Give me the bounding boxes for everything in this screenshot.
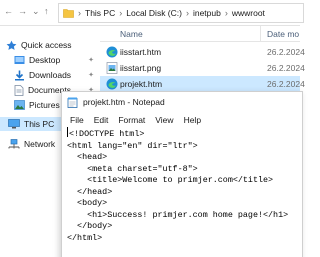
computer-icon bbox=[8, 119, 20, 129]
file-name: iisstart.htm bbox=[120, 47, 162, 57]
file-date: 26.2.2024 bbox=[267, 79, 305, 89]
image-file-icon bbox=[106, 62, 118, 74]
edge-file-icon bbox=[106, 46, 118, 58]
sidebar-item-quick-access[interactable]: Quick access bbox=[6, 38, 98, 52]
notepad-title-bar[interactable]: projekt.htm - Notepad bbox=[62, 92, 302, 112]
sidebar-item-label: Downloads bbox=[29, 70, 72, 80]
column-divider[interactable] bbox=[260, 26, 261, 42]
sidebar-item-label: Network bbox=[24, 139, 56, 149]
breadcrumb-this-pc[interactable]: This PC bbox=[85, 8, 115, 18]
sidebar-item-downloads[interactable]: Downloads ✦ bbox=[14, 68, 98, 82]
text-line: <!DOCTYPE html> bbox=[69, 129, 145, 139]
file-name: iisstart.png bbox=[120, 63, 162, 73]
menu-edit[interactable]: Edit bbox=[94, 115, 109, 125]
pictures-icon bbox=[14, 100, 25, 110]
notepad-icon bbox=[67, 97, 78, 108]
recent-chevron-icon[interactable]: ⌄ bbox=[32, 6, 40, 17]
text-line: </body> bbox=[67, 221, 113, 231]
breadcrumb-inetpub[interactable]: inetpub bbox=[193, 8, 221, 18]
text-line: </html> bbox=[67, 232, 103, 243]
text-line: <head> bbox=[67, 152, 108, 162]
pin-icon[interactable]: ✦ bbox=[88, 56, 94, 64]
menu-view[interactable]: View bbox=[155, 115, 173, 125]
file-row-projekt-htm[interactable]: projekt.htm 26.2.2024 bbox=[100, 76, 305, 92]
breadcrumb-wwwroot[interactable]: wwwroot bbox=[232, 8, 265, 18]
download-icon bbox=[15, 70, 24, 80]
sidebar-item-label: Desktop bbox=[29, 55, 61, 65]
text-line: <meta charset="utf-8"> bbox=[67, 163, 198, 174]
breadcrumb-chevron-icon: › bbox=[224, 8, 228, 18]
breadcrumb-local-disk[interactable]: Local Disk (C:) bbox=[126, 8, 182, 18]
address-bar[interactable]: › This PC › Local Disk (C:) › inetpub › … bbox=[58, 3, 304, 23]
sidebar-item-desktop[interactable]: Desktop ✦ bbox=[14, 53, 98, 67]
notepad-text-area[interactable]: <!DOCTYPE html> <html lang="en" dir="ltr… bbox=[67, 127, 299, 257]
text-line: <title>Welcome to primjer.com</title> bbox=[67, 175, 274, 185]
menu-format[interactable]: Format bbox=[118, 115, 145, 125]
column-header-row: Name Date mo bbox=[100, 26, 300, 42]
menu-file[interactable]: File bbox=[70, 115, 84, 125]
documents-icon bbox=[14, 84, 24, 96]
column-header-name[interactable]: Name bbox=[120, 29, 143, 39]
file-row-iisstart-png[interactable]: iisstart.png 26.2.2024 bbox=[100, 60, 305, 76]
edge-file-icon bbox=[106, 78, 118, 90]
file-row-iisstart-htm[interactable]: iisstart.htm 26.2.2024 bbox=[100, 44, 305, 60]
menu-help[interactable]: Help bbox=[184, 115, 201, 125]
notepad-title: projekt.htm - Notepad bbox=[83, 97, 165, 107]
sidebar-item-label: Quick access bbox=[21, 40, 72, 50]
folder-icon bbox=[63, 9, 74, 18]
up-arrow-icon[interactable]: ↑ bbox=[44, 6, 49, 16]
text-line: <html lang="en" dir="ltr"> bbox=[67, 140, 198, 151]
file-date: 26.2.2024 bbox=[267, 63, 305, 73]
back-arrow-icon[interactable]: ← bbox=[4, 6, 13, 16]
desktop-folder-icon bbox=[14, 56, 25, 64]
network-icon bbox=[8, 139, 20, 149]
forward-arrow-icon[interactable]: → bbox=[18, 6, 27, 16]
breadcrumb-chevron-icon: › bbox=[185, 8, 189, 18]
star-icon bbox=[6, 40, 17, 50]
notepad-window: projekt.htm - Notepad File Edit Format V… bbox=[61, 91, 303, 257]
address-bar-area: ← → ⌄ ↑ › This PC › Local Disk (C:) › in… bbox=[0, 0, 304, 26]
pin-icon[interactable]: ✦ bbox=[88, 71, 94, 79]
notepad-menu-bar: File Edit Format View Help bbox=[62, 112, 302, 127]
file-date: 26.2.2024 bbox=[267, 47, 305, 57]
sidebar-item-label: This PC bbox=[24, 119, 55, 129]
column-header-date[interactable]: Date mo bbox=[267, 29, 299, 39]
text-line: </head> bbox=[67, 186, 113, 197]
breadcrumb-chevron-icon: › bbox=[78, 8, 81, 18]
breadcrumb-chevron-icon: › bbox=[119, 8, 123, 18]
text-caret bbox=[67, 127, 68, 137]
file-name: projekt.htm bbox=[120, 79, 163, 89]
text-line: <body> bbox=[67, 198, 108, 208]
text-line: <h1>Success! primjer.com home page!</h1> bbox=[67, 209, 289, 220]
sidebar-item-label: Pictures bbox=[29, 100, 60, 110]
